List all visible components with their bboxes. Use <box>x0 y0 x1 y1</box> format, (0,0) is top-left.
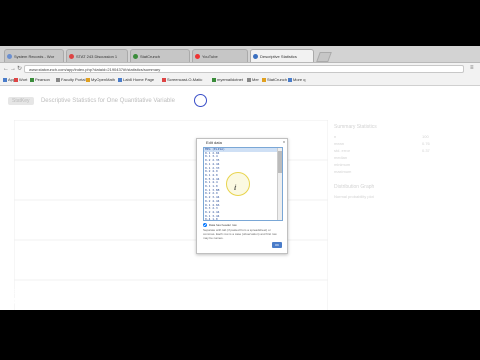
summary-statistics-panel: Summary Statistics n 100 mean 0.76 std. er… <box>334 124 474 199</box>
bookmarks-bar: Apps Wort Pearson Faculty Portal MyOpenMath L… <box>0 75 480 86</box>
scrollbar[interactable] <box>277 148 282 220</box>
watermark-line2: SCREENCAST-O-MATIC <box>6 296 118 306</box>
bookmark-icon <box>14 77 18 82</box>
bookmark-icon <box>86 77 90 82</box>
bookmark-icon <box>30 77 34 82</box>
bookmark-label: Faculty Portal <box>61 77 86 82</box>
tab-label: StatCrunch <box>140 54 161 59</box>
browser-tab[interactable]: STAT 243 Discussion 1 <box>66 49 128 62</box>
recorder-watermark: RECORDED WITH SCREENCAST-O-MATIC <box>6 290 117 306</box>
app-header: StatKey Descriptive Statistics for One Q… <box>8 92 175 105</box>
bookmark-label: myemaildotnet <box>217 77 244 82</box>
stats-row: minimum <box>334 162 474 169</box>
browser-tab[interactable]: YouTube <box>192 49 248 62</box>
bookmark-icon <box>262 77 266 82</box>
bookmark-item[interactable]: myemaildotnet <box>212 76 243 84</box>
bookmark-item[interactable]: Lab8 Home Page <box>118 76 154 84</box>
cursor-highlight-ring <box>226 172 250 196</box>
bookmark-item[interactable]: Wort <box>14 76 27 84</box>
text-cursor-icon: ⅈ <box>234 185 237 192</box>
bookmark-label: Mer <box>252 77 259 82</box>
bookmark-icon <box>56 77 60 82</box>
tab-label: System Records - Wor <box>14 54 55 59</box>
stats-row: median <box>334 155 474 162</box>
page-title: Descriptive Statistics for One Quantitat… <box>40 97 175 104</box>
app-logo[interactable]: StatKey <box>8 96 34 105</box>
checkbox-label: Data has header row <box>208 223 237 227</box>
browser-nav-bar: ← → ↻ www.statcrunch.com/app/index.php?d… <box>0 63 480 75</box>
stats-row: n 100 <box>334 134 474 141</box>
stats-label: std. error <box>334 148 351 153</box>
tab-favicon-icon <box>253 54 258 59</box>
close-icon[interactable]: x <box>283 139 285 144</box>
data-line: 0.4 1.0 <box>205 217 218 221</box>
bookmark-item[interactable]: Screencast-O-Matic <box>162 76 202 84</box>
header-row-checkbox[interactable]: Data has header row <box>203 223 237 228</box>
bookmark-item[interactable]: Faculty Portal <box>56 76 85 84</box>
forward-arrow-icon[interactable]: → <box>10 65 16 73</box>
stats-row: mean 0.76 <box>334 141 474 148</box>
tab-favicon-icon <box>195 54 200 59</box>
browser-tab[interactable]: StatCrunch <box>130 49 190 62</box>
stats-value: 100 <box>422 134 429 139</box>
bookmark-icon <box>212 77 216 82</box>
bookmark-icon <box>118 77 122 82</box>
stats-row: std. error 0.37 <box>334 148 474 155</box>
stats-row: maximum <box>334 169 474 176</box>
bookmark-icon <box>247 77 251 82</box>
tab-favicon-icon <box>69 54 74 59</box>
bookmark-label: Wort <box>19 77 28 82</box>
tab-favicon-icon <box>7 54 12 59</box>
tab-favicon-icon <box>133 54 138 59</box>
reload-icon[interactable]: ↻ <box>17 65 22 73</box>
bookmark-label: More q <box>293 77 306 82</box>
bookmark-item[interactable]: More q <box>288 76 305 84</box>
bookmark-label: Screencast-O-Matic <box>167 77 203 82</box>
bookmark-item[interactable]: MyOpenMath <box>86 76 115 84</box>
tab-label: YouTube <box>202 54 218 59</box>
ok-button[interactable]: OK <box>272 242 282 248</box>
stats-label: maximum <box>334 169 352 174</box>
bookmark-label: MyOpenMath <box>91 77 116 82</box>
bookmark-label: StatCrunch <box>267 77 288 82</box>
browser-menu-icon[interactable]: ≡ <box>470 65 474 71</box>
new-tab-button[interactable] <box>316 52 332 62</box>
bookmark-label: Lab8 Home Page <box>123 77 155 82</box>
bookmark-label: Pearson <box>35 77 50 82</box>
browser-tab-bar: System Records - Wor STAT 243 Discussion… <box>0 46 480 63</box>
bookmark-icon <box>3 77 7 82</box>
tab-label: Descriptive Statistics <box>260 54 297 59</box>
stats-heading: Summary Statistics <box>334 124 377 130</box>
bookmark-item[interactable]: Pearson <box>30 76 50 84</box>
bookmark-item[interactable]: StatCrunch <box>262 76 287 84</box>
stats-value: 0.37 <box>422 148 430 153</box>
browser-tab[interactable]: System Records - Wor <box>4 49 64 62</box>
browser-tab-active[interactable]: Descriptive Statistics <box>250 49 314 62</box>
click-highlight-ring <box>194 94 207 107</box>
stats-label: minimum <box>334 162 351 167</box>
stats-label: median <box>334 155 348 160</box>
distribution-heading: Distribution Graph <box>334 184 375 190</box>
bookmark-icon <box>288 77 292 82</box>
normal-plot-option[interactable]: Normal probability plot <box>334 194 474 199</box>
dialog-note: Separate with tab (if pasted from a spre… <box>203 228 277 240</box>
header-row-checkbox-input[interactable] <box>203 223 207 228</box>
address-bar[interactable]: www.statcrunch.com/app/index.php?dataid=… <box>24 65 464 73</box>
app-page: StatKey Descriptive Statistics for One Q… <box>0 86 480 310</box>
edit-data-dialog: Edit data x MPG (ELISA) 0.1 2.04 0.1 3.4 0.… <box>196 138 288 254</box>
bookmark-icon <box>162 77 166 82</box>
stats-value: 0.76 <box>422 141 430 146</box>
dialog-title: Edit data <box>206 140 222 145</box>
scrollbar-thumb[interactable] <box>278 151 282 173</box>
stats-label: mean <box>334 141 345 146</box>
tab-label: STAT 243 Discussion 1 <box>76 54 118 59</box>
stats-label: n <box>334 134 337 139</box>
bookmark-item[interactable]: Mer <box>247 76 259 84</box>
back-arrow-icon[interactable]: ← <box>3 65 9 73</box>
